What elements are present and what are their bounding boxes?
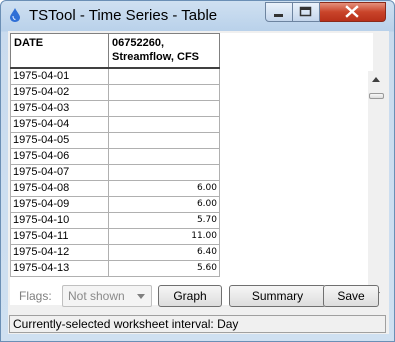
streamflow-cell[interactable]: 5.60: [108, 260, 220, 277]
streamflow-cell[interactable]: 6.00: [108, 180, 220, 197]
table-row[interactable]: 1975-04-06: [10, 148, 220, 165]
streamflow-cell[interactable]: [108, 132, 220, 149]
date-cell[interactable]: 1975-04-09: [10, 196, 109, 213]
save-button[interactable]: Save: [323, 285, 379, 307]
date-cell[interactable]: 1975-04-04: [10, 116, 109, 133]
chevron-down-icon: [137, 294, 145, 299]
window-content: DATE 06752260, Streamflow, CFS 1975-04-01…: [8, 31, 389, 334]
table-row[interactable]: 1975-04-04: [10, 116, 220, 133]
time-series-table[interactable]: DATE 06752260, Streamflow, CFS 1975-04-01…: [10, 33, 373, 305]
column-header-line-2: Streamflow, CFS: [112, 51, 199, 63]
table-row[interactable]: 1975-04-08 6.00: [10, 180, 220, 197]
window-title: TSTool - Time Series - Table: [29, 7, 218, 24]
flags-dropdown[interactable]: Not shown: [62, 285, 152, 307]
table-row[interactable]: 1975-04-03: [10, 100, 220, 117]
column-header-date[interactable]: DATE: [10, 33, 109, 69]
graph-button[interactable]: Graph: [158, 285, 222, 307]
minimize-button[interactable]: [265, 2, 293, 22]
table-row[interactable]: 1975-04-09 6.00: [10, 196, 220, 213]
summary-button[interactable]: Summary: [229, 285, 326, 307]
date-cell[interactable]: 1975-04-13: [10, 260, 109, 277]
streamflow-cell[interactable]: 5.70: [108, 212, 220, 229]
date-cell[interactable]: 1975-04-12: [10, 244, 109, 261]
streamflow-cell[interactable]: [108, 116, 220, 133]
streamflow-cell[interactable]: [108, 100, 220, 117]
close-icon: [345, 5, 359, 18]
table-row[interactable]: 1975-04-02: [10, 84, 220, 101]
table-row[interactable]: 1975-04-07: [10, 164, 220, 181]
maximize-button[interactable]: [293, 2, 320, 22]
date-cell[interactable]: 1975-04-08: [10, 180, 109, 197]
water-drop-icon: [10, 8, 20, 22]
vertical-scrollbar[interactable]: [368, 71, 385, 303]
date-cell[interactable]: 1975-04-03: [10, 100, 109, 117]
date-cell[interactable]: 1975-04-10: [10, 212, 109, 229]
table-row[interactable]: 1975-04-13 5.60: [10, 260, 220, 277]
streamflow-cell[interactable]: [108, 148, 220, 165]
minimize-icon: [274, 14, 283, 17]
date-cell[interactable]: 1975-04-05: [10, 132, 109, 149]
table-row[interactable]: 1975-04-12 6.40: [10, 244, 220, 261]
column-header-line-1: 06752260,: [112, 37, 164, 49]
date-cell[interactable]: 1975-04-07: [10, 164, 109, 181]
streamflow-cell[interactable]: 6.00: [108, 196, 220, 213]
streamflow-cell[interactable]: [108, 164, 220, 181]
maximize-icon: [299, 6, 312, 17]
column-header-streamflow[interactable]: 06752260, Streamflow, CFS: [108, 33, 220, 69]
streamflow-cell[interactable]: [108, 84, 220, 101]
date-cell[interactable]: 1975-04-11: [10, 228, 109, 245]
title-bar[interactable]: TSTool - Time Series - Table: [1, 1, 394, 31]
table-row[interactable]: 1975-04-05: [10, 132, 220, 149]
streamflow-cell[interactable]: 11.00: [108, 228, 220, 245]
streamflow-cell[interactable]: 6.40: [108, 244, 220, 261]
flags-label: Flags:: [19, 289, 52, 303]
date-cell[interactable]: 1975-04-01: [10, 67, 109, 85]
streamflow-cell[interactable]: [108, 67, 220, 85]
table-row[interactable]: 1975-04-11 11.00: [10, 228, 220, 245]
flags-dropdown-value: Not shown: [68, 289, 125, 303]
scroll-thumb[interactable]: [369, 93, 384, 99]
table-row[interactable]: 1975-04-10 5.70: [10, 212, 220, 229]
date-cell[interactable]: 1975-04-06: [10, 148, 109, 165]
close-button[interactable]: [320, 2, 386, 22]
date-cell[interactable]: 1975-04-02: [10, 84, 109, 101]
data-table: DATE 06752260, Streamflow, CFS 1975-04-01…: [10, 33, 220, 277]
scroll-up-icon[interactable]: [372, 77, 380, 82]
app-window: TSTool - Time Series - Table DATE 067522…: [0, 0, 395, 342]
table-row[interactable]: 1975-04-01: [10, 67, 220, 85]
status-bar: Currently-selected worksheet interval: D…: [9, 315, 386, 333]
